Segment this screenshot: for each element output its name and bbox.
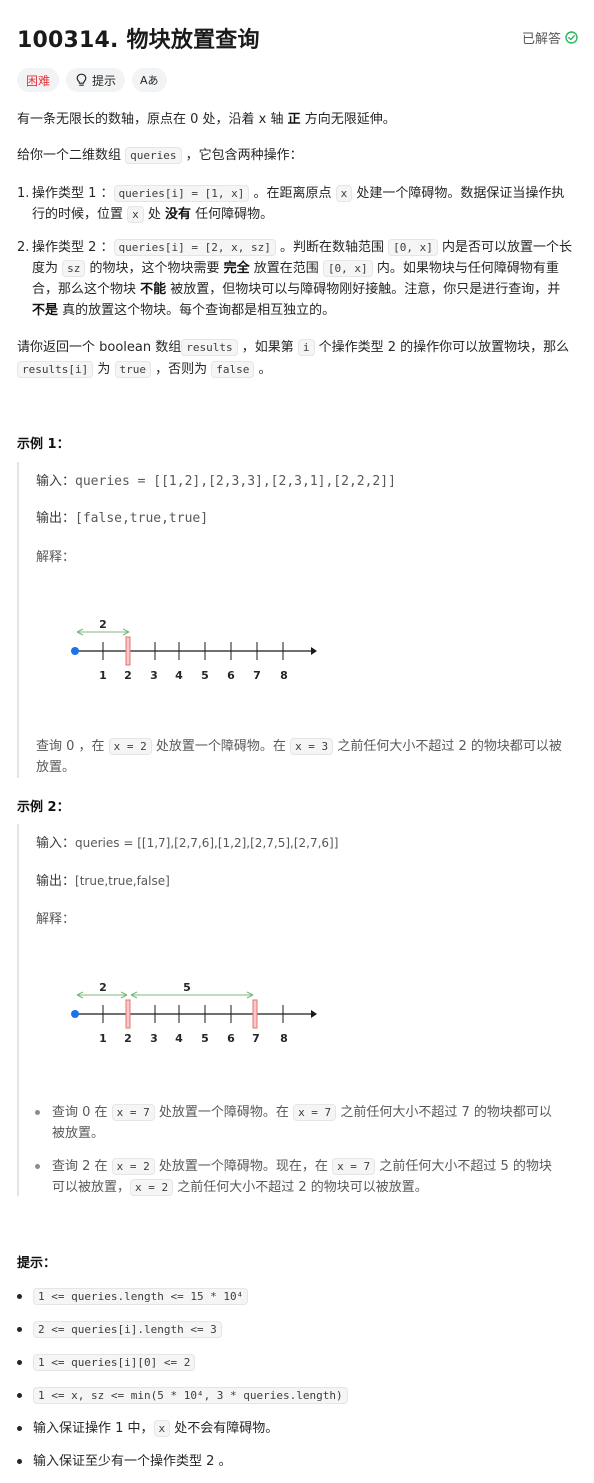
operation-type-2: 2. 操作类型 2 ： queries[i] = [2, x, sz] 。判断在数… bbox=[17, 239, 573, 318]
operation-type-1: 1. 操作类型 1 ： queries[i] = [1, x] 。在距离原点 x … bbox=[17, 185, 565, 223]
svg-text:2: 2 bbox=[124, 669, 132, 682]
check-circle-icon bbox=[565, 31, 578, 44]
origin-dot bbox=[71, 647, 79, 655]
solved-label: 已解答 bbox=[521, 32, 561, 47]
svg-text:4: 4 bbox=[175, 669, 183, 682]
example-1-input: 输入：queries = [[1,2],[2,3,3],[2,3,1],[2,2… bbox=[36, 474, 396, 489]
example-1-output: 输出：[false,true,true] bbox=[36, 511, 209, 526]
example-2-note-2: 查询 2 在 x = 2 处放置一个障碍物。现在，在 x = 7 之前任何大小不… bbox=[35, 1156, 555, 1200]
description-intro: 有一条无限长的数轴，原点在 0 处，沿着 x 轴 正 方向无限延伸。 bbox=[17, 112, 396, 127]
translate-icon: Aあ bbox=[140, 74, 159, 87]
example-2-number-line-figure: 2 5 1 2 3 4 5 6 7 8 bbox=[71, 981, 317, 1045]
description-return: 请你返回一个 boolean 数组 results ，如果第 i 个操作类型 2 … bbox=[17, 339, 570, 378]
hint-button[interactable]: 提示 bbox=[66, 68, 126, 92]
constraints-heading: 提示： bbox=[17, 1256, 57, 1271]
svg-text:3: 3 bbox=[150, 1032, 158, 1045]
svg-text:4: 4 bbox=[175, 1032, 183, 1045]
solved-status: 已解答 bbox=[522, 28, 578, 47]
span-2-label: 5 bbox=[183, 981, 191, 994]
example-1-block: 输入：queries = [[1,2],[2,3,3],[2,3,1],[2,2… bbox=[17, 462, 579, 778]
svg-text:1: 1 bbox=[99, 669, 107, 682]
svg-text:8: 8 bbox=[280, 669, 288, 682]
example-1-number-line-figure: 2 1 2 3 4 5 6 7 8 bbox=[71, 618, 317, 682]
origin-dot bbox=[71, 1010, 79, 1018]
bullet-dot bbox=[35, 1164, 40, 1169]
tag-row: 困难 提示 Aあ bbox=[17, 68, 167, 92]
svg-text:7: 7 bbox=[252, 1032, 260, 1045]
example-1-explain-label: 解释： bbox=[36, 550, 76, 565]
span-label: 2 bbox=[99, 618, 107, 631]
svg-text:5: 5 bbox=[201, 669, 209, 682]
svg-text:1: 1 bbox=[99, 1032, 107, 1045]
tick-labels: 1 2 3 4 5 6 7 8 bbox=[99, 1032, 288, 1045]
svg-text:3: 3 bbox=[150, 669, 158, 682]
svg-text:8: 8 bbox=[280, 1032, 288, 1045]
svg-text:6: 6 bbox=[227, 669, 235, 682]
example-2-heading: 示例 2： bbox=[17, 800, 70, 815]
example-2-block: 输入：queries = [[1,7],[2,7,6],[1,2],[2,7,5… bbox=[17, 824, 579, 1196]
obstacle-marker-2 bbox=[125, 999, 131, 1029]
svg-text:6: 6 bbox=[227, 1032, 235, 1045]
translate-button[interactable]: Aあ bbox=[132, 68, 167, 92]
lightbulb-icon bbox=[76, 73, 87, 86]
difficulty-badge[interactable]: 困难 bbox=[17, 68, 60, 92]
svg-text:5: 5 bbox=[201, 1032, 209, 1045]
bullet-dot bbox=[35, 1110, 40, 1115]
description-queries: 给你一个二维数组 queries ，它包含两种操作： bbox=[17, 147, 303, 164]
obstacle-marker-7 bbox=[252, 999, 258, 1029]
tick-labels: 1 2 3 4 5 6 7 8 bbox=[99, 669, 288, 682]
example-2-output: 输出：[true,true,false] bbox=[36, 874, 170, 889]
example-2-note-1: 查询 0 在 x = 7 处放置一个障碍物。在 x = 7 之前任何大小不超过 … bbox=[35, 1102, 555, 1146]
span-1-label: 2 bbox=[99, 981, 107, 994]
example-2-input: 输入：queries = [[1,7],[2,7,6],[1,2],[2,7,5… bbox=[36, 836, 339, 851]
hint-label: 提示 bbox=[92, 73, 117, 88]
obstacle-marker bbox=[125, 636, 131, 666]
example-1-note: 查询 0 ，在 x = 2 处放置一个障碍物。在 x = 3 之前任何大小不超过… bbox=[36, 738, 562, 775]
svg-text:7: 7 bbox=[253, 669, 261, 682]
example-2-explain-label: 解释： bbox=[36, 912, 76, 927]
svg-text:2: 2 bbox=[124, 1032, 132, 1045]
example-1-heading: 示例 1： bbox=[17, 437, 70, 452]
difficulty-label: 困难 bbox=[26, 73, 51, 88]
problem-title: 100314. 物块放置查询 bbox=[17, 28, 260, 53]
